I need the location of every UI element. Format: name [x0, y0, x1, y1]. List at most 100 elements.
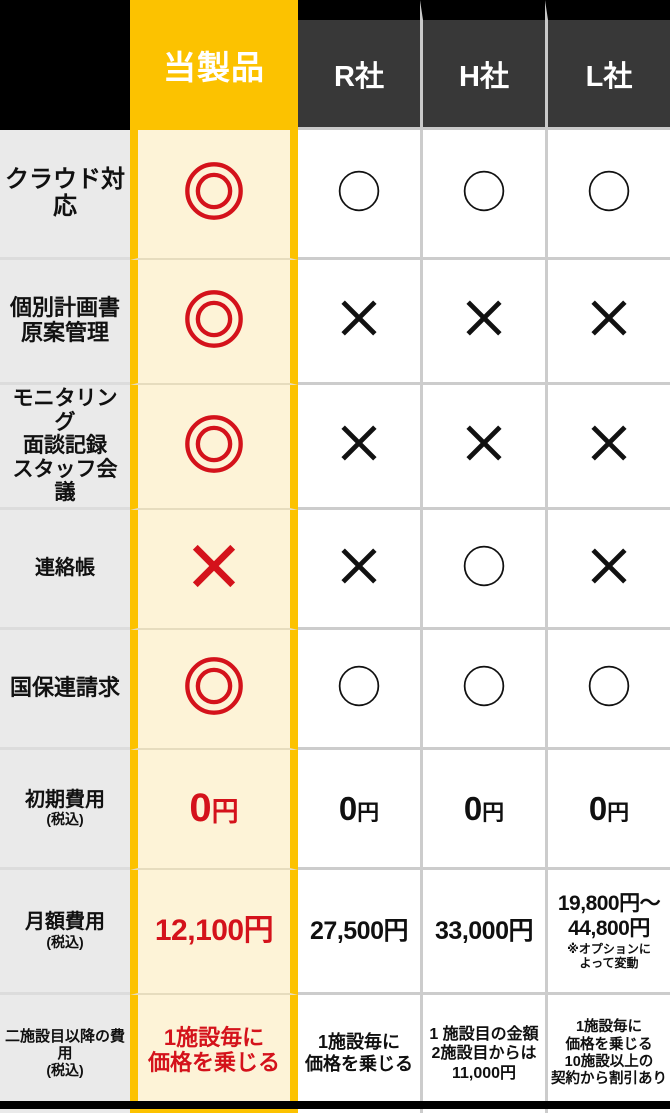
mark-circle	[462, 544, 506, 588]
mark-circle	[587, 169, 631, 213]
cell-company-h	[420, 130, 545, 260]
table-row: 二施設目以降の費用 (税込) 1施設毎に 価格を乗じる 1施設毎に 価格を乗じる 1 施設目…	[0, 995, 670, 1113]
mark-double-circle	[183, 655, 245, 717]
cell-own-product	[130, 510, 298, 630]
cell-company-l	[545, 130, 670, 260]
cell-company-l	[545, 260, 670, 385]
mark-cross	[587, 544, 631, 588]
row-label: 月額費用 (税込)	[0, 870, 130, 995]
row-label-main: 月額費用	[25, 911, 105, 934]
mark-cross	[587, 421, 631, 465]
mark-double-circle	[183, 160, 245, 222]
cell-company-h	[420, 385, 545, 510]
table-body: クラウド対応個別計画書 原案管理モニタリング 面談記録 スタッフ会議連絡帳国保連請求初…	[0, 130, 670, 1113]
mark-double-circle	[183, 288, 245, 350]
table-row: 連絡帳	[0, 510, 670, 630]
cell-value: 27,500円	[310, 917, 408, 945]
row-label: モニタリング 面談記録 スタッフ会議	[0, 385, 130, 510]
page-bottom-strip	[0, 1101, 670, 1109]
table-row: 国保連請求	[0, 630, 670, 750]
cell-value: 0円	[338, 789, 380, 827]
mark-cross	[462, 421, 506, 465]
cell-company-r	[298, 630, 420, 750]
comparison-table-container: 当製品 R社 H社 L社 クラウド対応個別計画書 原案管理モニタリング 面談記録 スタ…	[0, 0, 670, 1113]
cell-company-h: 0円	[420, 750, 545, 870]
cell-value: 1施設毎に 価格を乗じる	[305, 1032, 413, 1074]
cell-company-r: 1施設毎に 価格を乗じる	[298, 995, 420, 1113]
cell-company-r: 0円	[298, 750, 420, 870]
row-label: 二施設目以降の費用 (税込)	[0, 995, 130, 1113]
cell-company-r	[298, 385, 420, 510]
mark-cross	[337, 421, 381, 465]
column-header-company-l: L社	[545, 0, 670, 130]
row-label: 国保連請求	[0, 630, 130, 750]
row-label-sub: (税込)	[46, 811, 84, 828]
table-header-row: 当製品 R社 H社 L社	[0, 0, 670, 130]
cell-company-l	[545, 630, 670, 750]
mark-cross	[337, 296, 381, 340]
cell-company-h	[420, 630, 545, 750]
currency-unit: 円	[482, 799, 505, 825]
row-label-main: 個別計画書 原案管理	[9, 295, 120, 345]
mark-circle	[462, 169, 506, 213]
row-label-main: モニタリング 面談記録 スタッフ会議	[12, 387, 118, 505]
mark-circle	[337, 169, 381, 213]
cell-value: 0円	[588, 789, 630, 827]
row-label-sub: (税込)	[46, 1062, 84, 1079]
currency-unit: 円	[607, 799, 630, 825]
cell-value: 1施設毎に 価格を乗じる 10施設以上の 契約から割引あり	[551, 1019, 667, 1088]
currency-unit: 円	[211, 797, 239, 828]
cell-company-l: 19,800円〜 44,800円 ※オプションに よって変動	[545, 870, 670, 995]
row-label-main: 国保連請求	[9, 675, 120, 701]
cell-company-r	[298, 130, 420, 260]
currency-unit: 円	[357, 799, 380, 825]
cell-own-product	[130, 260, 298, 385]
header-corner-blank	[0, 0, 130, 130]
cell-company-h	[420, 510, 545, 630]
table-row: 初期費用 (税込) 0円 0円 0円 0円	[0, 750, 670, 870]
cell-company-l	[545, 385, 670, 510]
cell-note: ※オプションに よって変動	[567, 942, 651, 971]
cell-own-product	[130, 630, 298, 750]
comparison-table: 当製品 R社 H社 L社 クラウド対応個別計画書 原案管理モニタリング 面談記録 スタ…	[0, 0, 670, 1113]
cell-company-l: 1施設毎に 価格を乗じる 10施設以上の 契約から割引あり	[545, 995, 670, 1113]
row-label: 初期費用 (税込)	[0, 750, 130, 870]
cell-company-r: 27,500円	[298, 870, 420, 995]
mark-circle	[587, 664, 631, 708]
row-label-main: クラウド対応	[5, 165, 125, 220]
cell-value: 19,800円〜 44,800円	[557, 892, 661, 941]
cell-own-product: 0円	[130, 750, 298, 870]
row-label: 連絡帳	[0, 510, 130, 630]
table-row: 月額費用 (税込) 12,100円 27,500円 33,000円 19,800円〜 44,…	[0, 870, 670, 995]
cell-value: 0円	[189, 786, 239, 831]
cell-own-product: 12,100円	[130, 870, 298, 995]
cell-value: 1施設毎に 価格を乗じる	[147, 1024, 280, 1075]
mark-double-circle	[183, 413, 245, 475]
cell-company-h	[420, 260, 545, 385]
cell-company-l	[545, 510, 670, 630]
cell-company-r	[298, 510, 420, 630]
mark-cross	[587, 296, 631, 340]
cell-own-product: 1施設毎に 価格を乗じる	[130, 995, 298, 1113]
cell-value: 33,000円	[435, 917, 533, 945]
cell-own-product	[130, 385, 298, 510]
cell-own-product	[130, 130, 298, 260]
row-label-sub: (税込)	[46, 933, 84, 950]
row-label: クラウド対応	[0, 130, 130, 260]
mark-circle	[462, 664, 506, 708]
row-label: 個別計画書 原案管理	[0, 260, 130, 385]
cell-company-h: 33,000円	[420, 870, 545, 995]
column-header-company-r: R社	[298, 0, 420, 130]
cell-company-l: 0円	[545, 750, 670, 870]
mark-cross	[188, 540, 240, 592]
mark-circle	[337, 664, 381, 708]
cell-value: 12,100円	[154, 914, 274, 948]
row-label-main: 連絡帳	[35, 557, 95, 580]
row-label-main: 初期費用	[25, 788, 105, 811]
column-header-own-product: 当製品	[130, 0, 298, 130]
mark-cross	[337, 544, 381, 588]
table-row: モニタリング 面談記録 スタッフ会議	[0, 385, 670, 510]
cell-company-h: 1 施設目の金額 2施設目からは 11,000円	[420, 995, 545, 1113]
cell-value: 0円	[463, 789, 505, 827]
cell-company-r	[298, 260, 420, 385]
